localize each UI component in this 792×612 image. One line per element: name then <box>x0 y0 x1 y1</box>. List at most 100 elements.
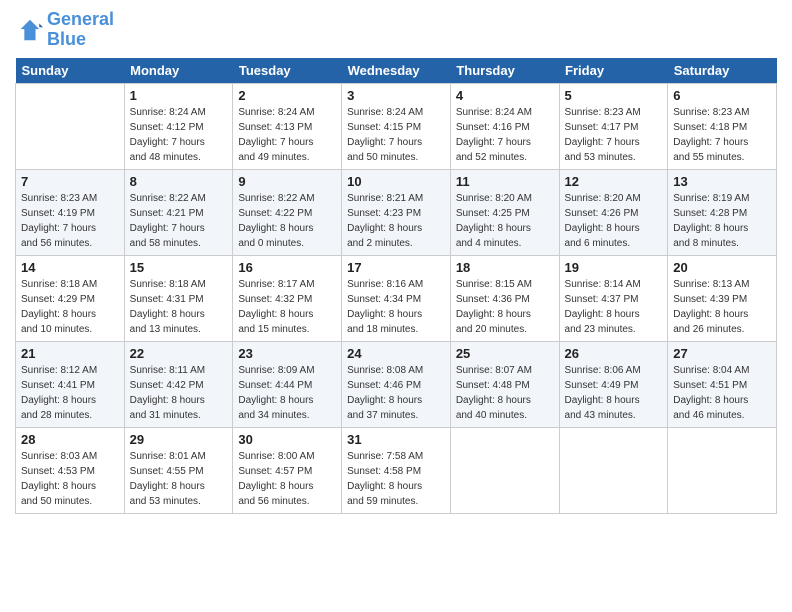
day-info: Sunrise: 8:06 AM Sunset: 4:49 PM Dayligh… <box>565 363 663 423</box>
day-number: 18 <box>456 260 554 275</box>
day-number: 31 <box>347 432 445 447</box>
calendar-cell: 17 Sunrise: 8:16 AM Sunset: 4:34 PM Dayli… <box>342 255 451 341</box>
day-number: 29 <box>130 432 228 447</box>
day-number: 21 <box>21 346 119 361</box>
day-number: 30 <box>238 432 336 447</box>
weekday-header-row: SundayMondayTuesdayWednesdayThursdayFrid… <box>16 58 777 84</box>
day-number: 3 <box>347 88 445 103</box>
day-number: 2 <box>238 88 336 103</box>
day-number: 1 <box>130 88 228 103</box>
day-number: 12 <box>565 174 663 189</box>
calendar-cell: 27 Sunrise: 8:04 AM Sunset: 4:51 PM Dayli… <box>668 341 777 427</box>
day-number: 9 <box>238 174 336 189</box>
calendar-cell: 18Sunrise: 8:15 AM Sunset: 4:36 PM Dayli… <box>450 255 559 341</box>
calendar-cell <box>668 427 777 513</box>
calendar-cell: 2Sunrise: 8:24 AM Sunset: 4:13 PM Daylig… <box>233 83 342 169</box>
day-info: Sunrise: 7:58 AM Sunset: 4:58 PM Dayligh… <box>347 449 445 509</box>
calendar-cell: 20Sunrise: 8:13 AM Sunset: 4:39 PM Dayli… <box>668 255 777 341</box>
calendar-cell: 21 Sunrise: 8:12 AM Sunset: 4:41 PM Dayli… <box>16 341 125 427</box>
calendar-cell: 8 Sunrise: 8:22 AM Sunset: 4:21 PM Daylig… <box>124 169 233 255</box>
calendar-cell: 30 Sunrise: 8:00 AM Sunset: 4:57 PM Dayli… <box>233 427 342 513</box>
day-info: Sunrise: 8:17 AM Sunset: 4:32 PM Dayligh… <box>238 277 336 337</box>
day-info: Sunrise: 8:04 AM Sunset: 4:51 PM Dayligh… <box>673 363 771 423</box>
calendar-cell: 22 Sunrise: 8:11 AM Sunset: 4:42 PM Dayli… <box>124 341 233 427</box>
day-info: Sunrise: 8:20 AM Sunset: 4:26 PM Dayligh… <box>565 191 663 251</box>
calendar-cell: 26 Sunrise: 8:06 AM Sunset: 4:49 PM Dayli… <box>559 341 668 427</box>
day-number: 16 <box>238 260 336 275</box>
day-info: Sunrise: 8:24 AM Sunset: 4:16 PM Dayligh… <box>456 105 554 165</box>
calendar-cell: 9 Sunrise: 8:22 AM Sunset: 4:22 PM Daylig… <box>233 169 342 255</box>
day-number: 14 <box>21 260 119 275</box>
logo-icon <box>15 16 43 44</box>
day-number: 26 <box>565 346 663 361</box>
day-info: Sunrise: 8:18 AM Sunset: 4:31 PM Dayligh… <box>130 277 228 337</box>
day-number: 8 <box>130 174 228 189</box>
day-info: Sunrise: 8:23 AM Sunset: 4:18 PM Dayligh… <box>673 105 771 165</box>
day-number: 28 <box>21 432 119 447</box>
day-number: 23 <box>238 346 336 361</box>
day-info: Sunrise: 8:01 AM Sunset: 4:55 PM Dayligh… <box>130 449 228 509</box>
logo: General Blue <box>15 10 114 50</box>
day-info: Sunrise: 8:11 AM Sunset: 4:42 PM Dayligh… <box>130 363 228 423</box>
day-info: Sunrise: 8:12 AM Sunset: 4:41 PM Dayligh… <box>21 363 119 423</box>
calendar-cell: 15 Sunrise: 8:18 AM Sunset: 4:31 PM Dayli… <box>124 255 233 341</box>
day-number: 24 <box>347 346 445 361</box>
calendar-cell <box>559 427 668 513</box>
weekday-header-wednesday: Wednesday <box>342 58 451 84</box>
calendar-cell: 16 Sunrise: 8:17 AM Sunset: 4:32 PM Dayli… <box>233 255 342 341</box>
calendar-cell: 11Sunrise: 8:20 AM Sunset: 4:25 PM Dayli… <box>450 169 559 255</box>
day-info: Sunrise: 8:22 AM Sunset: 4:21 PM Dayligh… <box>130 191 228 251</box>
calendar-cell: 10 Sunrise: 8:21 AM Sunset: 4:23 PM Dayli… <box>342 169 451 255</box>
calendar-cell: 23 Sunrise: 8:09 AM Sunset: 4:44 PM Dayli… <box>233 341 342 427</box>
calendar-cell: 29 Sunrise: 8:01 AM Sunset: 4:55 PM Dayli… <box>124 427 233 513</box>
weekday-header-friday: Friday <box>559 58 668 84</box>
weekday-header-saturday: Saturday <box>668 58 777 84</box>
weekday-header-tuesday: Tuesday <box>233 58 342 84</box>
calendar-cell: 3Sunrise: 8:24 AM Sunset: 4:15 PM Daylig… <box>342 83 451 169</box>
day-info: Sunrise: 8:19 AM Sunset: 4:28 PM Dayligh… <box>673 191 771 251</box>
calendar-week-row: 28 Sunrise: 8:03 AM Sunset: 4:53 PM Dayli… <box>16 427 777 513</box>
calendar-cell: 19Sunrise: 8:14 AM Sunset: 4:37 PM Dayli… <box>559 255 668 341</box>
day-number: 4 <box>456 88 554 103</box>
weekday-header-sunday: Sunday <box>16 58 125 84</box>
day-number: 15 <box>130 260 228 275</box>
header: General Blue <box>15 10 777 50</box>
day-info: Sunrise: 8:20 AM Sunset: 4:25 PM Dayligh… <box>456 191 554 251</box>
calendar-cell: 12 Sunrise: 8:20 AM Sunset: 4:26 PM Dayli… <box>559 169 668 255</box>
calendar-cell: 14 Sunrise: 8:18 AM Sunset: 4:29 PM Dayli… <box>16 255 125 341</box>
day-info: Sunrise: 8:03 AM Sunset: 4:53 PM Dayligh… <box>21 449 119 509</box>
day-number: 27 <box>673 346 771 361</box>
calendar-week-row: 14 Sunrise: 8:18 AM Sunset: 4:29 PM Dayli… <box>16 255 777 341</box>
calendar-cell: 4 Sunrise: 8:24 AM Sunset: 4:16 PM Daylig… <box>450 83 559 169</box>
day-number: 6 <box>673 88 771 103</box>
calendar-cell <box>16 83 125 169</box>
calendar-table: SundayMondayTuesdayWednesdayThursdayFrid… <box>15 58 777 514</box>
day-info: Sunrise: 8:09 AM Sunset: 4:44 PM Dayligh… <box>238 363 336 423</box>
day-number: 19 <box>565 260 663 275</box>
day-number: 22 <box>130 346 228 361</box>
day-number: 5 <box>565 88 663 103</box>
weekday-header-thursday: Thursday <box>450 58 559 84</box>
day-info: Sunrise: 8:16 AM Sunset: 4:34 PM Dayligh… <box>347 277 445 337</box>
calendar-week-row: 7Sunrise: 8:23 AM Sunset: 4:19 PM Daylig… <box>16 169 777 255</box>
day-number: 17 <box>347 260 445 275</box>
calendar-cell: 7Sunrise: 8:23 AM Sunset: 4:19 PM Daylig… <box>16 169 125 255</box>
calendar-cell <box>450 427 559 513</box>
calendar-cell: 24 Sunrise: 8:08 AM Sunset: 4:46 PM Dayli… <box>342 341 451 427</box>
calendar-week-row: 21 Sunrise: 8:12 AM Sunset: 4:41 PM Dayli… <box>16 341 777 427</box>
day-info: Sunrise: 8:18 AM Sunset: 4:29 PM Dayligh… <box>21 277 119 337</box>
day-info: Sunrise: 8:08 AM Sunset: 4:46 PM Dayligh… <box>347 363 445 423</box>
calendar-cell: 28 Sunrise: 8:03 AM Sunset: 4:53 PM Dayli… <box>16 427 125 513</box>
calendar-cell: 6 Sunrise: 8:23 AM Sunset: 4:18 PM Daylig… <box>668 83 777 169</box>
page-container: General Blue SundayMondayTuesdayWednesda… <box>0 0 792 524</box>
day-number: 20 <box>673 260 771 275</box>
day-info: Sunrise: 8:24 AM Sunset: 4:12 PM Dayligh… <box>130 105 228 165</box>
calendar-week-row: 1 Sunrise: 8:24 AM Sunset: 4:12 PM Daylig… <box>16 83 777 169</box>
calendar-cell: 13 Sunrise: 8:19 AM Sunset: 4:28 PM Dayli… <box>668 169 777 255</box>
day-info: Sunrise: 8:07 AM Sunset: 4:48 PM Dayligh… <box>456 363 554 423</box>
day-info: Sunrise: 8:21 AM Sunset: 4:23 PM Dayligh… <box>347 191 445 251</box>
day-number: 13 <box>673 174 771 189</box>
day-number: 10 <box>347 174 445 189</box>
day-info: Sunrise: 8:22 AM Sunset: 4:22 PM Dayligh… <box>238 191 336 251</box>
day-info: Sunrise: 8:00 AM Sunset: 4:57 PM Dayligh… <box>238 449 336 509</box>
